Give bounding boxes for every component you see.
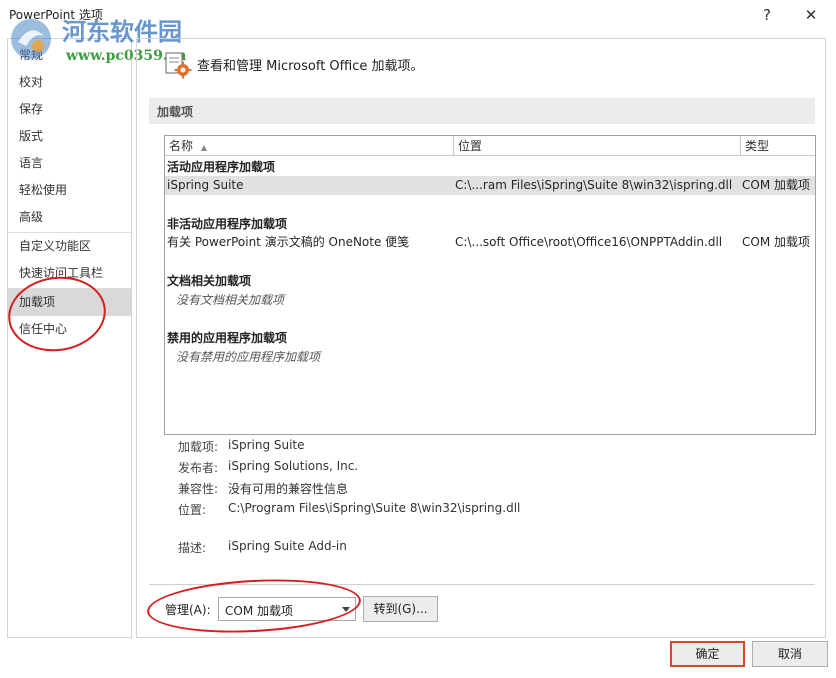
detail-publisher-label: 发布者:: [178, 461, 219, 475]
row-name: 有关 PowerPoint 演示文稿的 OneNote 便笺: [167, 235, 410, 249]
column-header-name[interactable]: 名称 ▲: [165, 136, 454, 156]
row-type: COM 加载项: [742, 178, 810, 192]
sidebar-item-layout[interactable]: 版式: [8, 123, 131, 150]
sidebar-item-advanced[interactable]: 高级: [8, 204, 131, 231]
group-active: 活动应用程序加载项: [167, 160, 276, 174]
sort-ascending-icon: ▲: [200, 143, 207, 152]
row-type: COM 加载项: [742, 235, 810, 249]
detail-compat-value: 没有可用的兼容性信息: [228, 482, 349, 496]
detail-desc-value: iSpring Suite Add-in: [228, 539, 347, 553]
detail-desc-label: 描述:: [178, 541, 207, 555]
ok-button[interactable]: 确定: [670, 641, 745, 667]
section-title: 加载项: [157, 105, 194, 119]
sidebar-item-language[interactable]: 语言: [8, 150, 131, 177]
sidebar-item-accessibility[interactable]: 轻松使用: [8, 177, 131, 204]
row-location: C:\...soft Office\root\Office16\ONPPTAdd…: [455, 235, 723, 249]
cancel-button[interactable]: 取消: [752, 641, 828, 667]
column-header-type[interactable]: 类型: [741, 136, 815, 156]
detail-publisher-value: iSpring Solutions, Inc.: [228, 459, 359, 473]
sidebar-item-proofing[interactable]: 校对: [8, 69, 131, 96]
help-button[interactable]: ?: [752, 4, 782, 26]
watermark-logo-icon: [11, 19, 51, 59]
group-document: 文档相关加载项: [167, 274, 252, 288]
group-disabled: 禁用的应用程序加载项: [167, 331, 288, 345]
addins-gear-icon: [165, 52, 192, 79]
table-row[interactable]: iSpring Suite C:\...ram Files\iSpring\Su…: [165, 176, 815, 195]
header-description: 查看和管理 Microsoft Office 加载项。: [197, 59, 424, 74]
sidebar-item-save[interactable]: 保存: [8, 96, 131, 123]
group-inactive: 非活动应用程序加载项: [167, 217, 288, 231]
empty-document: 没有文档相关加载项: [176, 293, 285, 307]
go-button[interactable]: 转到(G)...: [363, 596, 438, 622]
row-location: C:\...ram Files\iSpring\Suite 8\win32\is…: [455, 178, 733, 192]
close-button[interactable]: ✕: [796, 4, 826, 26]
detail-addin-label: 加载项:: [178, 440, 219, 454]
detail-location-value: C:\Program Files\iSpring\Suite 8\win32\i…: [228, 501, 521, 515]
row-name: iSpring Suite: [167, 178, 244, 192]
table-row[interactable]: 有关 PowerPoint 演示文稿的 OneNote 便笺 C:\...sof…: [165, 233, 815, 252]
empty-disabled: 没有禁用的应用程序加载项: [176, 350, 321, 364]
detail-location-label: 位置:: [178, 503, 207, 517]
addins-list[interactable]: 名称 ▲ 位置 类型 活动应用程序加载项 iSpring Suite C:\..…: [164, 135, 816, 435]
sidebar-item-customize-ribbon[interactable]: 自定义功能区: [8, 233, 131, 260]
detail-addin-value: iSpring Suite: [228, 438, 305, 452]
section-header: 加载项: [149, 98, 815, 124]
detail-compat-label: 兼容性:: [178, 482, 219, 496]
column-header-location[interactable]: 位置: [454, 136, 741, 156]
